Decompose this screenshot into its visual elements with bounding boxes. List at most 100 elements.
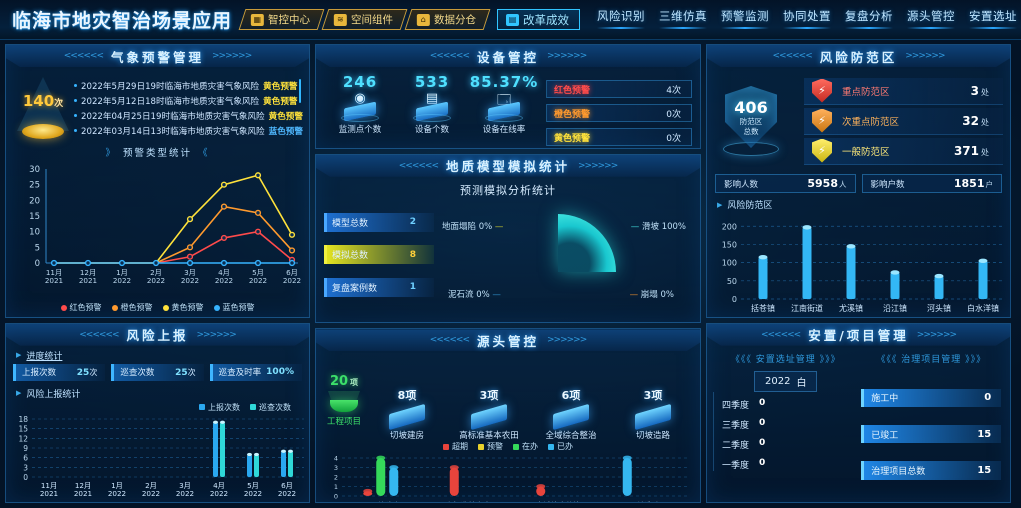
source-item-slope-road[interactable]: 3项 切坡造路 xyxy=(612,387,694,441)
briefcase-icon: ▤ xyxy=(506,13,520,26)
pie-label-collapse: — 崩塌 0% xyxy=(629,289,674,300)
shield-badge-orange-icon: ⚡ xyxy=(812,108,832,133)
caret-right-icon: ▶ xyxy=(16,351,22,360)
list-item: 四季度 0 xyxy=(722,398,859,411)
svg-text:150: 150 xyxy=(722,240,737,249)
section-header-risk-zone: ▶ 风险防范区 xyxy=(707,195,1010,212)
pill-label: 施工中 xyxy=(871,394,899,405)
panel-geological-model: <<<<<< 地质模型模拟统计 >>>>>> 预测模拟分析统计 模型总数 2 模… xyxy=(315,153,701,324)
source-item-farmland[interactable]: 3项 高标准基本农田 xyxy=(448,387,530,441)
legend-label: 预警 xyxy=(487,442,503,452)
alert-tag: 黄色预警 xyxy=(263,81,298,92)
legend-item: 在办 xyxy=(513,441,538,452)
stat-label: 监测点个数 xyxy=(338,125,382,135)
x-axis-ticks: 11月202112月20211月20222月20223月20224月20225月… xyxy=(45,268,301,285)
stat-label: 设备个数 xyxy=(414,125,449,135)
pie-label-ground-collapse: 地面塌陷 0% — xyxy=(442,221,504,232)
svg-text:3: 3 xyxy=(23,463,28,472)
pill-value: 0 xyxy=(984,392,992,404)
arrow-left-decor: <<<<<< xyxy=(429,335,469,346)
source-item-slope-housing[interactable]: 8项 切坡建房 xyxy=(366,387,448,441)
weather-count-unit: 次 xyxy=(54,99,64,109)
svg-text:尤溪镇: 尤溪镇 xyxy=(839,303,863,313)
nav-chip-data-warehouse[interactable]: ⌂ 数据分仓 xyxy=(404,9,491,30)
quarter-label: 二季度 xyxy=(722,440,750,451)
svg-text:0: 0 xyxy=(23,473,28,482)
pie-label-debris-flow: 泥石流 0% — xyxy=(448,289,501,300)
nav-chip-control-center[interactable]: ▦ 智控中心 xyxy=(238,9,325,30)
quarter-label: 一季度 xyxy=(722,460,750,471)
list-item[interactable]: 2022年5月29日19时临海市地质灾害气象风险 黄色预警 xyxy=(74,80,303,92)
risk-zone-row-subkey[interactable]: ⚡ 次重点防范区 32 处 xyxy=(804,107,1003,135)
svg-text:5: 5 xyxy=(35,243,40,253)
risk-report-stats: 上报次数 25次 巡查次数 25次 巡查及时率 100% xyxy=(6,362,309,384)
svg-text:2021: 2021 xyxy=(74,489,92,498)
risk-zone-total: 406 防范区 总数 xyxy=(714,73,788,169)
list-item[interactable]: 2022年5月12日18时临海市地质灾害气象风险 黄色预警 xyxy=(74,95,303,107)
y-axis-ticks: 0 50 100 150 200 xyxy=(722,222,737,304)
nav-chip-label: 改革成效 xyxy=(523,12,570,27)
section-label: 进度统计 xyxy=(26,351,63,362)
nav-chip-label: 数据分仓 xyxy=(434,14,477,26)
risk-zone-row-general[interactable]: ⚡ 一般防范区 371 处 xyxy=(804,137,1003,165)
alert-row-yellow: 黄色预警 0次 xyxy=(546,128,692,146)
cup-icon xyxy=(327,390,361,413)
menu-item-source-control[interactable]: 源头管控 xyxy=(900,8,962,31)
menu-item-warning-monitoring[interactable]: 预警监测 xyxy=(714,8,776,31)
nav-chip-reform-results[interactable]: ▤ 改革成效 xyxy=(497,9,581,30)
bullet-icon xyxy=(74,84,78,87)
chart-warning-types: 0 5 10 15 20 25 30 11月 2021 12月 2021 1月 2022 2月 2022 3… xyxy=(6,159,309,313)
list-item[interactable]: 2022年03月14日13时临海市地质灾害气象风险 蓝色预警 xyxy=(74,125,303,137)
nav-chip-spatial-components[interactable]: ≋ 空间组件 xyxy=(321,9,408,30)
legend-label: 上报次数 xyxy=(208,402,240,412)
list-item[interactable]: 2022年04月25日19时临海市地质灾害气象风险 黄色预警 xyxy=(74,110,303,122)
bar-chart-svg: 0369121518 11月202112月20211月20222月20223月2… xyxy=(18,415,304,498)
legend-item: 已办 xyxy=(548,441,573,452)
year-selector[interactable]: 2022 白 xyxy=(754,370,818,392)
caret-right-icon: ▶ xyxy=(16,389,22,398)
item-label: 高标准基本农田 xyxy=(459,431,519,442)
svg-text:白水洋镇: 白水洋镇 xyxy=(967,303,999,313)
pill-label: 治理项目总数 xyxy=(871,466,926,477)
panel-title: 地质模型模拟统计 xyxy=(445,159,570,175)
risk-zone-row-key[interactable]: ⚡ 重点防范区 3处 xyxy=(804,77,1003,105)
menu-item-review-analysis[interactable]: 复盘分析 xyxy=(838,8,900,31)
plate-icon xyxy=(387,404,427,431)
svg-text:江南街道: 江南街道 xyxy=(791,303,823,313)
source-item-comprehensive[interactable]: 6项 全域综合整治 xyxy=(530,387,612,441)
svg-text:200: 200 xyxy=(722,222,737,231)
geology-bars: 模型总数 2 模拟总数 8 复盘案例数 1 xyxy=(324,202,434,314)
alert-row-orange: 橙色预警 0次 xyxy=(546,104,692,122)
svg-text:2022: 2022 xyxy=(210,489,228,498)
plate-icon xyxy=(551,404,591,431)
stat-device-count: 533 ▤ 设备个数 xyxy=(396,73,468,148)
menu-item-3d-simulation[interactable]: 三维仿真 xyxy=(652,8,714,31)
menu-item-collaborative-disposal[interactable]: 协同处置 xyxy=(776,8,838,31)
chart-source-control: 0 12 34 切坡建房 高标准基本农田 全域综合整治 切坡造路 xyxy=(316,452,700,502)
project-label: 工程项目 xyxy=(326,416,361,427)
stat-label: 影响户数 xyxy=(870,179,905,190)
layers-icon: ≋ xyxy=(334,13,348,26)
stat-label: 上报次数 xyxy=(22,368,57,379)
chart-legend: 上报次数 巡查次数 xyxy=(6,402,309,413)
database-icon: ⌂ xyxy=(417,13,431,26)
stat-value: 1851户 xyxy=(953,177,993,190)
svg-text:1: 1 xyxy=(334,483,338,491)
stat-value: 100% xyxy=(266,367,294,378)
alert-count: 0次 xyxy=(666,133,681,144)
section-label: 风险防范区 xyxy=(727,201,773,211)
menu-item-risk-identification[interactable]: 风险识别 xyxy=(590,8,652,31)
caret-right-icon: ▶ xyxy=(717,200,723,209)
row-value: 32 处 xyxy=(962,113,989,128)
bar-value: 2 xyxy=(409,217,416,228)
line-chart-svg: 0 5 10 15 20 25 30 11月202112月20211月20222月20223… xyxy=(29,165,301,285)
legend-item: 红色预警 xyxy=(60,302,102,313)
source-body: 20 项 工程项目 8项 切坡建房 3项 高标准基本农田 6项 全域综合整治 3… xyxy=(316,351,700,445)
stat-patrol-count: 巡查次数 25次 xyxy=(111,363,204,381)
scrollbar[interactable] xyxy=(299,79,301,103)
menu-item-resettlement-siting[interactable]: 安置选址 xyxy=(962,8,1021,31)
pill-value: 15 xyxy=(977,464,992,476)
alert-text: 2022年5月12日18时临海市地质灾害气象风险 xyxy=(81,96,260,107)
panel-weather-warning: <<<<<< 气象预警管理 >>>>>> 140次 2022年5月29日19时临… xyxy=(5,44,310,318)
legend-item: 上报次数 xyxy=(199,402,240,413)
